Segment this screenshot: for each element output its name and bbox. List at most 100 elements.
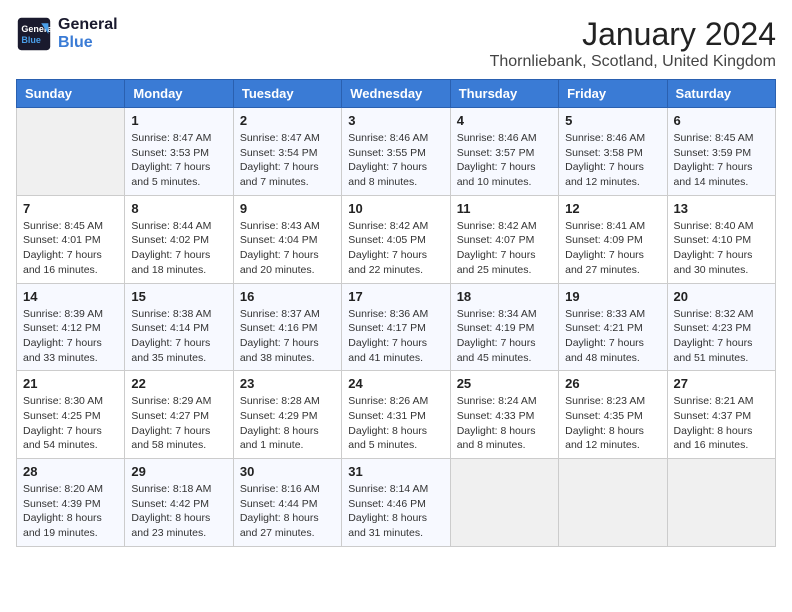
day-info: Sunrise: 8:21 AM Sunset: 4:37 PM Dayligh… bbox=[674, 394, 769, 453]
calendar-cell bbox=[667, 459, 775, 547]
calendar-cell: 20 Sunrise: 8:32 AM Sunset: 4:23 PM Dayli… bbox=[667, 283, 775, 371]
day-number: 8 bbox=[131, 201, 226, 216]
month-title: January 2024 bbox=[490, 16, 776, 53]
day-info: Sunrise: 8:45 AM Sunset: 3:59 PM Dayligh… bbox=[674, 131, 769, 190]
calendar-cell bbox=[450, 459, 558, 547]
weekday-header-friday: Friday bbox=[559, 80, 667, 108]
logo: General Blue General Blue bbox=[16, 16, 118, 52]
calendar-cell: 1 Sunrise: 8:47 AM Sunset: 3:53 PM Daylig… bbox=[125, 108, 233, 196]
weekday-header-row: SundayMondayTuesdayWednesdayThursdayFrid… bbox=[17, 80, 776, 108]
day-number: 18 bbox=[457, 289, 552, 304]
day-info: Sunrise: 8:44 AM Sunset: 4:02 PM Dayligh… bbox=[131, 219, 226, 278]
day-number: 21 bbox=[23, 376, 118, 391]
day-info: Sunrise: 8:46 AM Sunset: 3:57 PM Dayligh… bbox=[457, 131, 552, 190]
day-number: 26 bbox=[565, 376, 660, 391]
calendar-cell: 28Sunrise: 8:20 AM Sunset: 4:39 PM Dayli… bbox=[17, 459, 125, 547]
calendar-cell: 25Sunrise: 8:24 AM Sunset: 4:33 PM Dayli… bbox=[450, 371, 558, 459]
day-info: Sunrise: 8:42 AM Sunset: 4:07 PM Dayligh… bbox=[457, 219, 552, 278]
day-number: 3 bbox=[348, 113, 443, 128]
day-number: 19 bbox=[565, 289, 660, 304]
calendar-cell: 30 Sunrise: 8:16 AM Sunset: 4:44 PM Dayli… bbox=[233, 459, 341, 547]
calendar-cell: 23 Sunrise: 8:28 AM Sunset: 4:29 PM Dayli… bbox=[233, 371, 341, 459]
weekday-header-sunday: Sunday bbox=[17, 80, 125, 108]
day-info: Sunrise: 8:32 AM Sunset: 4:23 PM Dayligh… bbox=[674, 307, 769, 366]
day-number: 5 bbox=[565, 113, 660, 128]
header: General Blue General Blue January 2024 T… bbox=[16, 16, 776, 71]
day-number: 16 bbox=[240, 289, 335, 304]
day-number: 11 bbox=[457, 201, 552, 216]
day-info: Sunrise: 8:37 AM Sunset: 4:16 PM Dayligh… bbox=[240, 307, 335, 366]
weekday-header-wednesday: Wednesday bbox=[342, 80, 450, 108]
day-info: Sunrise: 8:40 AM Sunset: 4:10 PM Dayligh… bbox=[674, 219, 769, 278]
day-info: Sunrise: 8:16 AM Sunset: 4:44 PM Dayligh… bbox=[240, 482, 335, 541]
day-number: 2 bbox=[240, 113, 335, 128]
week-row-1: 1 Sunrise: 8:47 AM Sunset: 3:53 PM Daylig… bbox=[17, 108, 776, 196]
calendar-cell: 7 Sunrise: 8:45 AM Sunset: 4:01 PM Daylig… bbox=[17, 195, 125, 283]
day-info: Sunrise: 8:46 AM Sunset: 3:55 PM Dayligh… bbox=[348, 131, 443, 190]
calendar-table: SundayMondayTuesdayWednesdayThursdayFrid… bbox=[16, 79, 776, 547]
calendar-cell: 26 Sunrise: 8:23 AM Sunset: 4:35 PM Dayli… bbox=[559, 371, 667, 459]
calendar-cell: 6 Sunrise: 8:45 AM Sunset: 3:59 PM Daylig… bbox=[667, 108, 775, 196]
day-info: Sunrise: 8:14 AM Sunset: 4:46 PM Dayligh… bbox=[348, 482, 443, 541]
day-info: Sunrise: 8:34 AM Sunset: 4:19 PM Dayligh… bbox=[457, 307, 552, 366]
logo-icon: General Blue bbox=[16, 16, 52, 52]
day-info: Sunrise: 8:46 AM Sunset: 3:58 PM Dayligh… bbox=[565, 131, 660, 190]
calendar-cell: 19 Sunrise: 8:33 AM Sunset: 4:21 PM Dayli… bbox=[559, 283, 667, 371]
location-title: Thornliebank, Scotland, United Kingdom bbox=[490, 53, 776, 71]
day-number: 13 bbox=[674, 201, 769, 216]
day-number: 14 bbox=[23, 289, 118, 304]
week-row-2: 7 Sunrise: 8:45 AM Sunset: 4:01 PM Daylig… bbox=[17, 195, 776, 283]
day-number: 30 bbox=[240, 464, 335, 479]
calendar-cell: 12 Sunrise: 8:41 AM Sunset: 4:09 PM Dayli… bbox=[559, 195, 667, 283]
day-number: 9 bbox=[240, 201, 335, 216]
calendar-cell: 13 Sunrise: 8:40 AM Sunset: 4:10 PM Dayli… bbox=[667, 195, 775, 283]
calendar-cell: 18 Sunrise: 8:34 AM Sunset: 4:19 PM Dayli… bbox=[450, 283, 558, 371]
calendar-cell: 8 Sunrise: 8:44 AM Sunset: 4:02 PM Daylig… bbox=[125, 195, 233, 283]
day-number: 23 bbox=[240, 376, 335, 391]
week-row-4: 21 Sunrise: 8:30 AM Sunset: 4:25 PM Dayli… bbox=[17, 371, 776, 459]
calendar-cell: 31 Sunrise: 8:14 AM Sunset: 4:46 PM Dayli… bbox=[342, 459, 450, 547]
day-info: Sunrise: 8:28 AM Sunset: 4:29 PM Dayligh… bbox=[240, 394, 335, 453]
calendar-cell: 22Sunrise: 8:29 AM Sunset: 4:27 PM Dayli… bbox=[125, 371, 233, 459]
calendar-cell: 24Sunrise: 8:26 AM Sunset: 4:31 PM Dayli… bbox=[342, 371, 450, 459]
calendar-cell: 29Sunrise: 8:18 AM Sunset: 4:42 PM Dayli… bbox=[125, 459, 233, 547]
day-number: 20 bbox=[674, 289, 769, 304]
day-number: 12 bbox=[565, 201, 660, 216]
day-number: 27 bbox=[674, 376, 769, 391]
day-info: Sunrise: 8:43 AM Sunset: 4:04 PM Dayligh… bbox=[240, 219, 335, 278]
day-info: Sunrise: 8:38 AM Sunset: 4:14 PM Dayligh… bbox=[131, 307, 226, 366]
day-number: 1 bbox=[131, 113, 226, 128]
weekday-header-tuesday: Tuesday bbox=[233, 80, 341, 108]
day-info: Sunrise: 8:45 AM Sunset: 4:01 PM Dayligh… bbox=[23, 219, 118, 278]
calendar-cell bbox=[559, 459, 667, 547]
calendar-cell: 5 Sunrise: 8:46 AM Sunset: 3:58 PM Daylig… bbox=[559, 108, 667, 196]
day-info: Sunrise: 8:30 AM Sunset: 4:25 PM Dayligh… bbox=[23, 394, 118, 453]
calendar-cell bbox=[17, 108, 125, 196]
day-number: 10 bbox=[348, 201, 443, 216]
day-info: Sunrise: 8:18 AM Sunset: 4:42 PM Dayligh… bbox=[131, 482, 226, 541]
day-info: Sunrise: 8:33 AM Sunset: 4:21 PM Dayligh… bbox=[565, 307, 660, 366]
calendar-cell: 9 Sunrise: 8:43 AM Sunset: 4:04 PM Daylig… bbox=[233, 195, 341, 283]
calendar-cell: 14Sunrise: 8:39 AM Sunset: 4:12 PM Dayli… bbox=[17, 283, 125, 371]
week-row-3: 14Sunrise: 8:39 AM Sunset: 4:12 PM Dayli… bbox=[17, 283, 776, 371]
weekday-header-monday: Monday bbox=[125, 80, 233, 108]
day-info: Sunrise: 8:41 AM Sunset: 4:09 PM Dayligh… bbox=[565, 219, 660, 278]
logo-text: General Blue bbox=[58, 16, 118, 52]
day-number: 31 bbox=[348, 464, 443, 479]
day-number: 28 bbox=[23, 464, 118, 479]
calendar-cell: 17 Sunrise: 8:36 AM Sunset: 4:17 PM Dayli… bbox=[342, 283, 450, 371]
day-info: Sunrise: 8:47 AM Sunset: 3:53 PM Dayligh… bbox=[131, 131, 226, 190]
day-info: Sunrise: 8:42 AM Sunset: 4:05 PM Dayligh… bbox=[348, 219, 443, 278]
calendar-cell: 4Sunrise: 8:46 AM Sunset: 3:57 PM Daylig… bbox=[450, 108, 558, 196]
calendar-body: 1 Sunrise: 8:47 AM Sunset: 3:53 PM Daylig… bbox=[17, 108, 776, 547]
day-number: 17 bbox=[348, 289, 443, 304]
calendar-cell: 21 Sunrise: 8:30 AM Sunset: 4:25 PM Dayli… bbox=[17, 371, 125, 459]
day-number: 22 bbox=[131, 376, 226, 391]
day-info: Sunrise: 8:23 AM Sunset: 4:35 PM Dayligh… bbox=[565, 394, 660, 453]
day-number: 6 bbox=[674, 113, 769, 128]
calendar-cell: 10 Sunrise: 8:42 AM Sunset: 4:05 PM Dayli… bbox=[342, 195, 450, 283]
day-info: Sunrise: 8:36 AM Sunset: 4:17 PM Dayligh… bbox=[348, 307, 443, 366]
day-number: 15 bbox=[131, 289, 226, 304]
day-number: 7 bbox=[23, 201, 118, 216]
calendar-cell: 3 Sunrise: 8:46 AM Sunset: 3:55 PM Daylig… bbox=[342, 108, 450, 196]
